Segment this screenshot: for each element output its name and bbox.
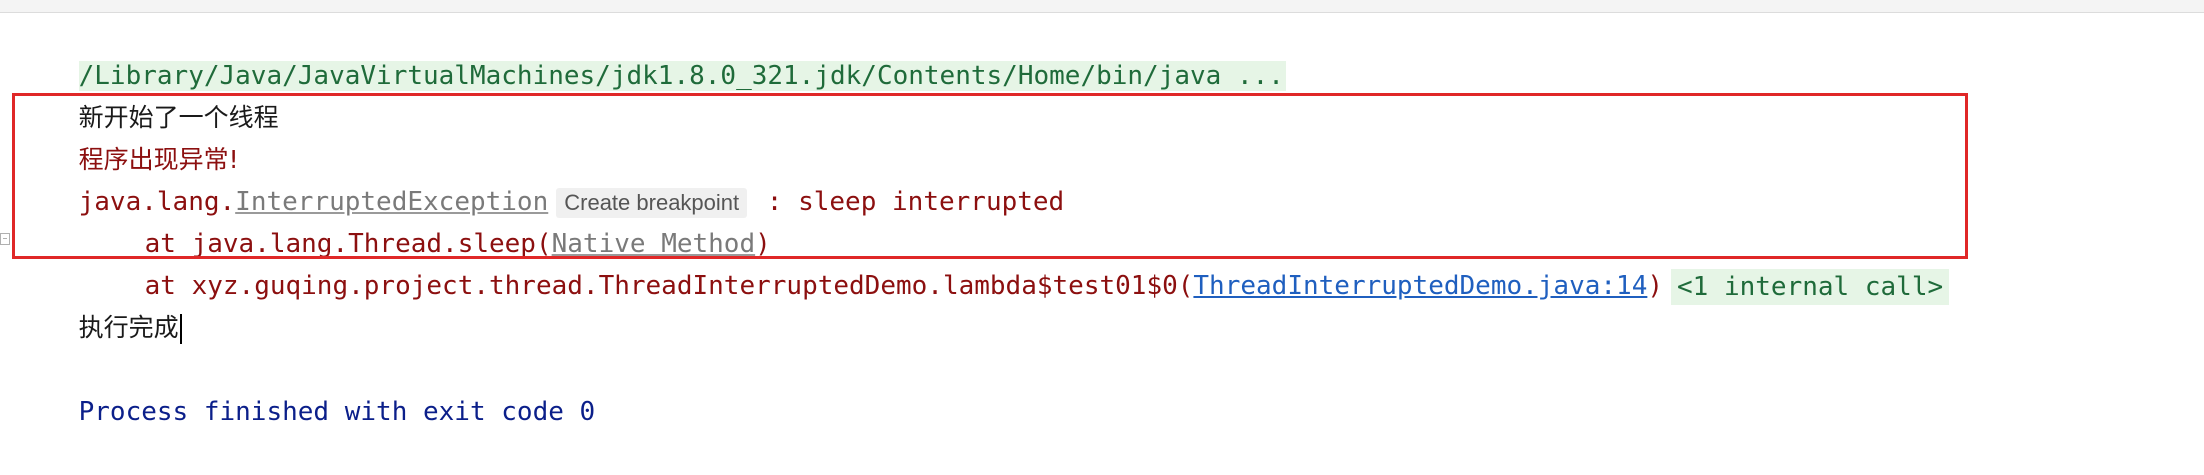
- console-line-thread-started: 新开始了一个线程: [16, 55, 2204, 132]
- fold-icon[interactable]: [0, 233, 10, 245]
- console-line-exception-msg: 程序出现异常!: [16, 97, 2204, 174]
- console-line-done: 执行完成: [16, 265, 2204, 344]
- console-line-command: /Library/Java/JavaVirtualMachines/jdk1.8…: [16, 13, 2204, 91]
- stack-frame: at java.lang.Thread.sleep(Native Method): [16, 181, 2204, 259]
- run-console-output[interactable]: /Library/Java/JavaVirtualMachines/jdk1.8…: [16, 13, 2204, 427]
- console-line-exit: Process finished with exit code 0: [16, 349, 2204, 427]
- exit-code-text: Process finished with exit code 0: [78, 397, 596, 427]
- console-top-border: [0, 0, 2204, 13]
- console-line-exception: java.lang.InterruptedException Create bre…: [16, 139, 2204, 218]
- stack-frame: at xyz.guqing.project.thread.ThreadInter…: [16, 223, 2204, 305]
